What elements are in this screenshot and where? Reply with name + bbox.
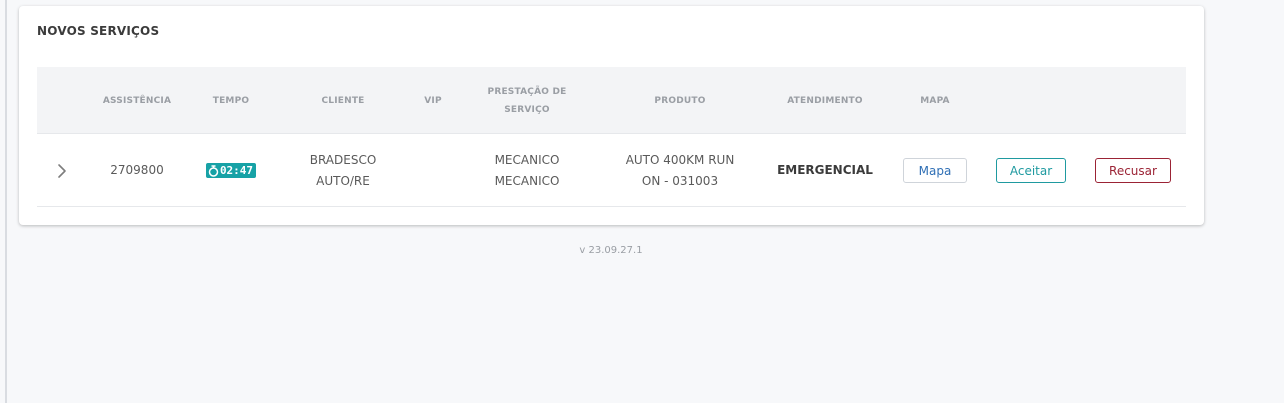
header-prestacao: PRESTAÇÃO DE SERVIÇO bbox=[477, 67, 577, 134]
cell-mapa: Mapa bbox=[901, 134, 969, 207]
produto-line1: AUTO 400KM RUN bbox=[625, 152, 735, 167]
header-prestacao-line2: SERVIÇO bbox=[504, 104, 550, 115]
header-produto: PRODUTO bbox=[654, 95, 706, 106]
table-header: ASSISTÊNCIA TEMPO CLIENTE VIP PRESTAÇÃO … bbox=[37, 67, 1186, 134]
stopwatch-icon bbox=[208, 164, 219, 177]
recusar-button[interactable]: Recusar bbox=[1095, 158, 1171, 183]
header-prestacao-line1: PRESTAÇÃO DE bbox=[487, 86, 567, 97]
header-cliente: CLIENTE bbox=[321, 95, 365, 106]
atendimento-value: EMERGENCIAL bbox=[777, 163, 873, 177]
expand-row-button[interactable] bbox=[47, 134, 77, 207]
new-services-card: NOVOS SERVIÇOS ASSISTÊNCIA TEMPO CLIENTE… bbox=[19, 6, 1204, 225]
cell-assistencia: 2709800 bbox=[110, 163, 164, 177]
mapa-button[interactable]: Mapa bbox=[903, 158, 967, 183]
header-mapa: MAPA bbox=[920, 95, 950, 106]
cell-vip bbox=[417, 134, 449, 207]
cell-prestacao: MECANICO MECANICO bbox=[477, 134, 577, 207]
header-tempo: TEMPO bbox=[212, 95, 250, 106]
produto-line2: ON - 031003 bbox=[641, 173, 719, 188]
cell-cliente: BRADESCO AUTO/RE bbox=[293, 134, 393, 207]
cell-aceitar: Aceitar bbox=[993, 134, 1069, 207]
timer-value: 02:47 bbox=[219, 164, 254, 177]
cliente-line1: BRADESCO bbox=[309, 152, 377, 167]
header-atendimento: ATENDIMENTO bbox=[787, 95, 863, 106]
chevron-right-icon bbox=[58, 163, 66, 178]
cell-tempo: 02:47 bbox=[197, 134, 265, 207]
card-title: NOVOS SERVIÇOS bbox=[37, 24, 160, 38]
cell-atendimento: EMERGENCIAL bbox=[767, 134, 883, 207]
timer-badge: 02:47 bbox=[205, 163, 257, 178]
cliente-line2: AUTO/RE bbox=[316, 173, 370, 188]
cell-produto: AUTO 400KM RUN ON - 031003 bbox=[615, 134, 745, 207]
services-table: ASSISTÊNCIA TEMPO CLIENTE VIP PRESTAÇÃO … bbox=[37, 67, 1186, 207]
version-label: v 23.09.27.1 bbox=[579, 245, 643, 256]
prestacao-line2: MECANICO bbox=[494, 173, 560, 188]
header-assistencia: ASSISTÊNCIA bbox=[102, 95, 172, 106]
prestacao-line1: MECANICO bbox=[494, 152, 560, 167]
aceitar-button[interactable]: Aceitar bbox=[996, 158, 1066, 183]
header-vip: VIP bbox=[424, 95, 442, 106]
table-row[interactable]: 2709800 02:47 BRADESCO AUTO/RE MECANICO bbox=[37, 134, 1186, 207]
cell-recusar: Recusar bbox=[1093, 134, 1173, 207]
left-border bbox=[5, 0, 7, 403]
